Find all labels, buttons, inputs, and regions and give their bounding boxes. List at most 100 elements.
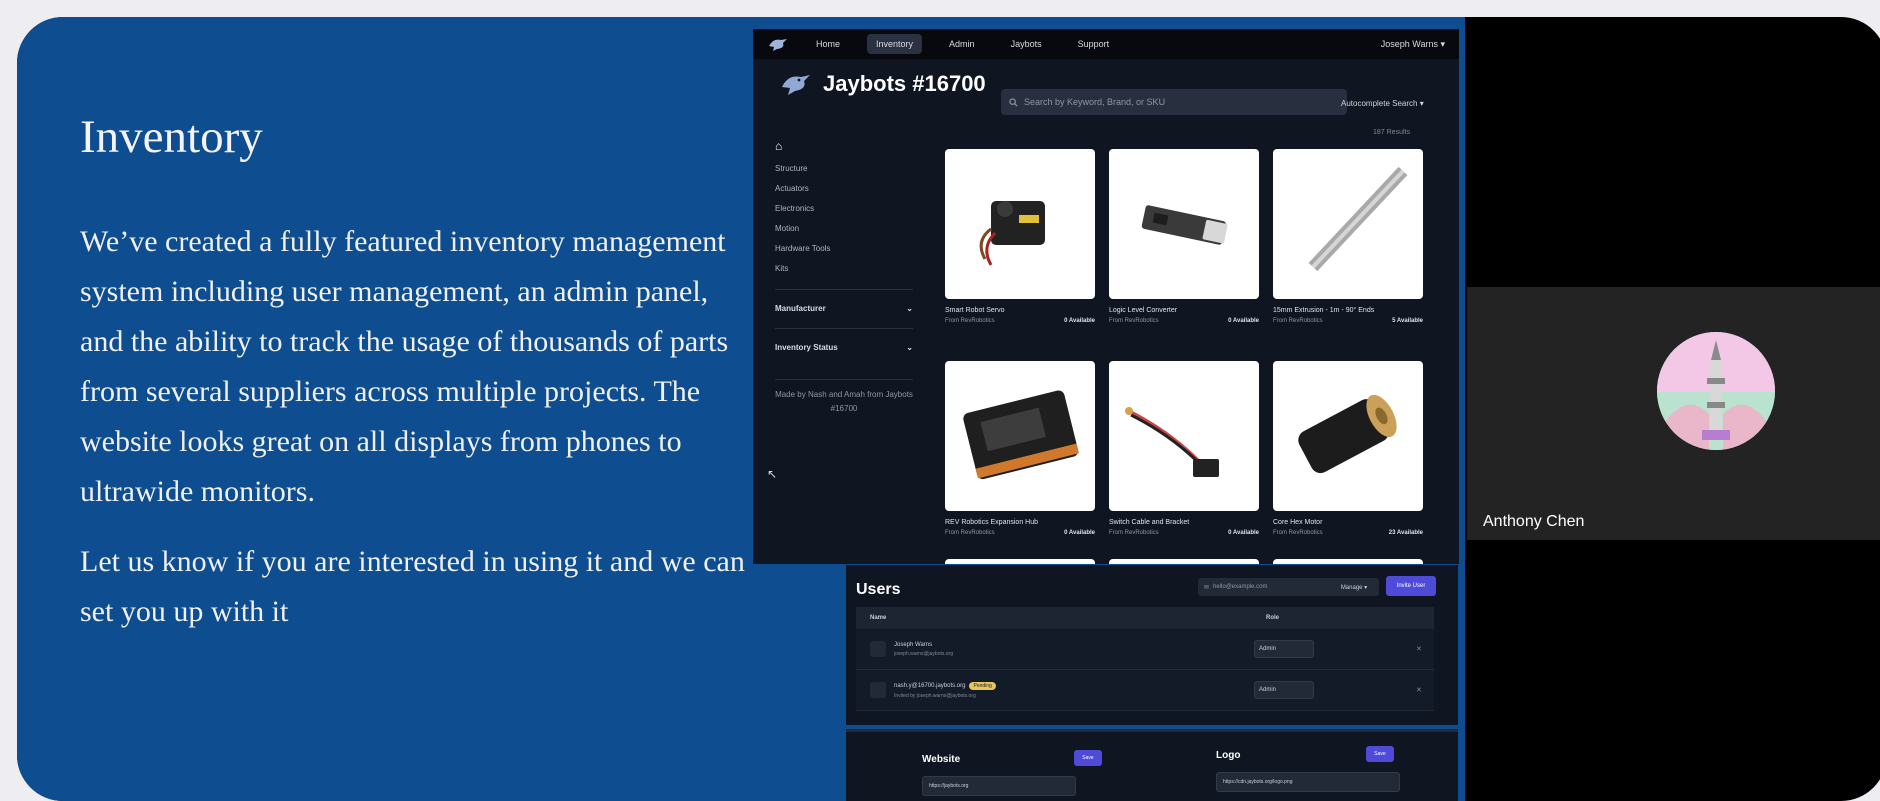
logo-field[interactable]: https://cdn.jaybots.org/logo.png: [1216, 772, 1400, 792]
invite-user-button[interactable]: Invite User: [1386, 576, 1436, 596]
website-label: Website: [922, 754, 961, 765]
shared-slide: Inventory We’ve created a fully featured…: [17, 17, 1465, 801]
participant-name: Anthony Chen: [1483, 513, 1585, 530]
column-name: Name: [870, 615, 887, 621]
remove-user-icon[interactable]: ✕: [1416, 645, 1422, 653]
product-card[interactable]: 15mm Extrusion - 1m - 90° Ends From RevR…: [1273, 149, 1423, 324]
invite-role-select[interactable]: Manage ▾: [1329, 578, 1379, 596]
category-sidebar: ⌂ Structure Actuators Electronics Motion…: [775, 139, 913, 416]
product-availability: 23 Available: [1388, 530, 1423, 536]
product-source: From RevRobotics: [945, 318, 995, 324]
avatar: [870, 682, 886, 698]
nav-inventory[interactable]: Inventory: [867, 34, 923, 54]
product-name: 15mm Extrusion - 1m - 90° Ends: [1273, 307, 1375, 314]
product-meta: From RevRobotics 0 Available: [1109, 530, 1259, 536]
chevron-down-icon: ⌄: [906, 304, 913, 313]
product-name: Core Hex Motor: [1273, 519, 1323, 526]
filter-label: Inventory Status: [775, 343, 838, 352]
user-email: Invited by joseph.warns@jaybots.org: [894, 692, 976, 699]
category-item[interactable]: Electronics: [775, 199, 913, 219]
website-field[interactable]: https://jaybots.org: [922, 776, 1076, 796]
status-badge: Pending: [969, 681, 996, 690]
filter-label: Manufacturer: [775, 304, 826, 313]
product-availability: 5 Available: [1392, 318, 1423, 324]
product-image: [1273, 361, 1423, 511]
nav-home[interactable]: Home: [807, 34, 849, 54]
nav-jaybots[interactable]: Jaybots: [1002, 34, 1051, 54]
slide-paragraph: Let us know if you are interested in usi…: [80, 545, 745, 628]
home-icon[interactable]: ⌂: [775, 139, 913, 153]
product-card[interactable]: Logic Level Converter From RevRobotics 0…: [1109, 149, 1259, 324]
jay-bird-logo-icon: [782, 75, 810, 95]
remove-user-icon[interactable]: ✕: [1416, 686, 1422, 694]
product-name: REV Robotics Expansion Hub: [945, 519, 1038, 526]
filter-inventory-status[interactable]: Inventory Status ⌄: [775, 328, 913, 367]
nav-support[interactable]: Support: [1069, 34, 1119, 54]
product-image: [945, 149, 1095, 299]
category-item[interactable]: Actuators: [775, 179, 913, 199]
users-title: Users: [856, 581, 901, 598]
product-availability: 0 Available: [1228, 318, 1259, 324]
email-placeholder: hello@example.com: [1213, 584, 1268, 590]
user-name: Joseph Warns: [894, 641, 933, 648]
save-website-button[interactable]: Save: [1074, 750, 1102, 766]
nav-admin[interactable]: Admin: [940, 34, 984, 54]
table-row: nash.y@16700.jaybots.org Pending Invited …: [856, 670, 1434, 711]
product-card[interactable]: Core Hex Motor From RevRobotics 23 Avail…: [1273, 361, 1423, 536]
product-source: From RevRobotics: [945, 530, 995, 536]
search-mode-dropdown[interactable]: Autocomplete Search ▾: [1341, 99, 1424, 108]
product-name: Smart Robot Servo: [945, 307, 1005, 314]
app-header: Jaybots #16700: [779, 71, 986, 97]
avatar: [1657, 332, 1775, 450]
product-image: [945, 361, 1095, 511]
product-availability: 0 Available: [1064, 318, 1095, 324]
slide-title: Inventory: [80, 111, 263, 163]
invite-email-input[interactable]: ✉ hello@example.com: [1198, 578, 1336, 596]
users-admin-screenshot: Users ✉ hello@example.com Manage ▾ Invit…: [846, 565, 1458, 725]
product-source: From RevRobotics: [1109, 318, 1159, 324]
credit-text: Made by Nash and Amah from Jaybots #1670…: [775, 379, 913, 416]
user-email: joseph.warns@jaybots.org: [894, 650, 953, 657]
category-item[interactable]: Motion: [775, 219, 913, 239]
save-logo-button[interactable]: Save: [1366, 746, 1394, 762]
category-item[interactable]: Hardware Tools: [775, 239, 913, 259]
product-meta: From RevRobotics 0 Available: [945, 318, 1095, 324]
product-availability: 0 Available: [1228, 530, 1259, 536]
site-settings-screenshot: Website Save https://jaybots.org Logo Sa…: [846, 729, 1458, 801]
filter-manufacturer[interactable]: Manufacturer ⌄: [775, 289, 913, 328]
product-name: Logic Level Converter: [1109, 307, 1178, 314]
participant-tile[interactable]: Anthony Chen: [1467, 287, 1880, 540]
product-card[interactable]: Smart Robot Servo From RevRobotics 0 Ava…: [945, 149, 1095, 324]
role-select[interactable]: Admin: [1254, 681, 1314, 699]
slide-body: We’ve created a fully featured inventory…: [80, 217, 750, 657]
inventory-app-screenshot: Home Inventory Admin Jaybots Support Jos…: [753, 29, 1459, 564]
product-image: [1273, 149, 1423, 299]
product-meta: From RevRobotics 23 Available: [1273, 530, 1423, 536]
chevron-down-icon: ⌄: [906, 343, 913, 352]
product-card[interactable]: REV Robotics Expansion Hub From RevRobot…: [945, 361, 1095, 536]
product-image: [1109, 361, 1259, 511]
product-source: From RevRobotics: [1273, 530, 1323, 536]
slide-paragraph: We’ve created a fully featured inventory…: [80, 225, 729, 508]
app-navbar: Home Inventory Admin Jaybots Support Jos…: [753, 29, 1459, 59]
product-card[interactable]: Switch Cable and Bracket From RevRobotic…: [1109, 361, 1259, 536]
category-item[interactable]: Structure: [775, 159, 913, 179]
product-grid-next-row: [945, 559, 1425, 564]
product-availability: 0 Available: [1064, 530, 1095, 536]
logo-label: Logo: [1216, 750, 1241, 761]
category-item[interactable]: Kits: [775, 259, 913, 279]
product-source: From RevRobotics: [1109, 530, 1159, 536]
search-icon: [1009, 97, 1018, 107]
product-meta: From RevRobotics 5 Available: [1273, 318, 1423, 324]
avatar: [870, 641, 886, 657]
user-menu[interactable]: Joseph Warns ▾: [1381, 39, 1445, 50]
users-table-header: Name Role: [856, 607, 1434, 629]
mouse-cursor-icon: ↖: [767, 467, 778, 481]
users-table: Name Role Joseph Warns joseph.warns@jayb…: [856, 607, 1434, 711]
role-select[interactable]: Admin: [1254, 640, 1314, 658]
product-source: From RevRobotics: [1273, 318, 1323, 324]
search-placeholder: Search by Keyword, Brand, or SKU: [1024, 97, 1166, 107]
product-meta: From RevRobotics 0 Available: [945, 530, 1095, 536]
product-meta: From RevRobotics 0 Available: [1109, 318, 1259, 324]
search-input[interactable]: Search by Keyword, Brand, or SKU: [1001, 89, 1347, 115]
